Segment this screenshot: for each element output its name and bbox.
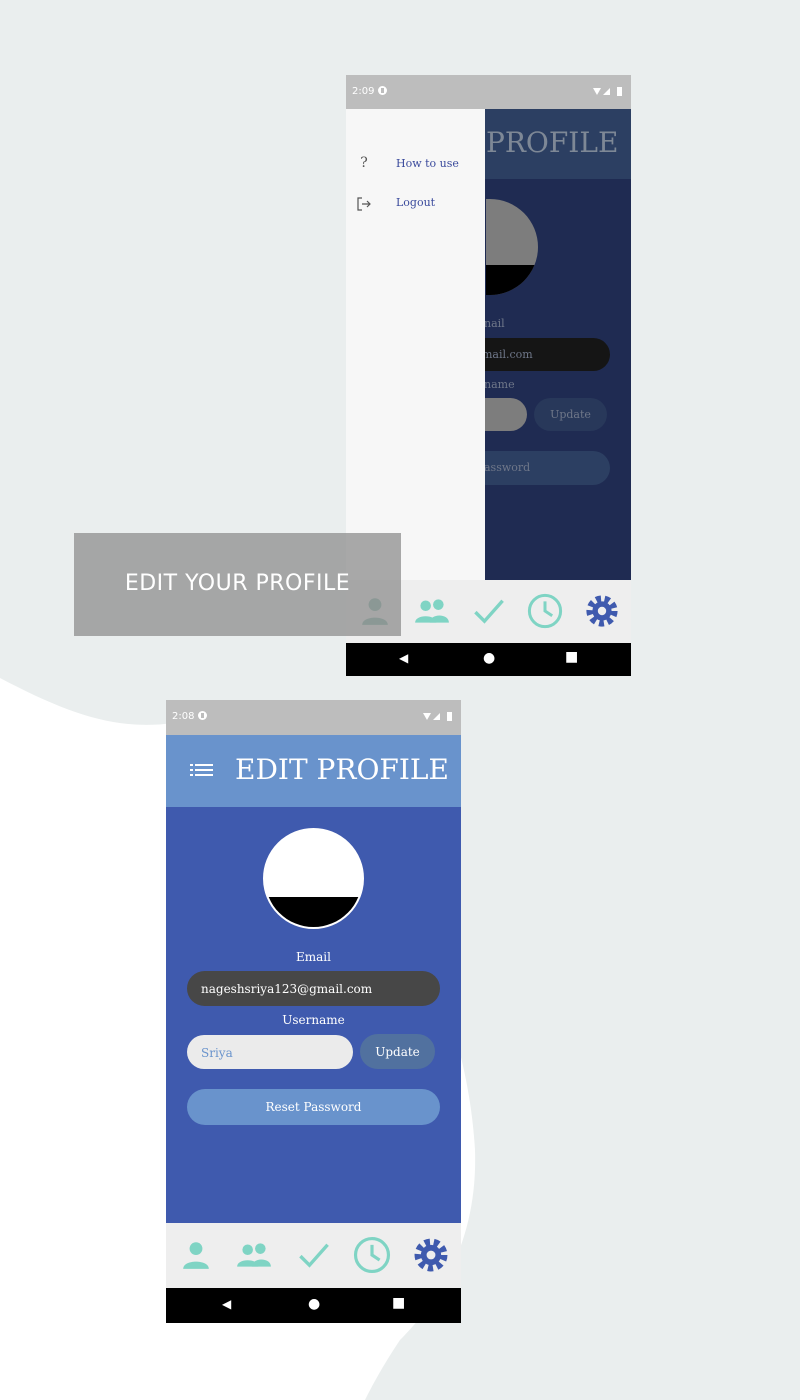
system-navigation: ◀ ● ■: [346, 643, 631, 676]
email-label: nail: [484, 317, 505, 330]
username-field[interactable]: Sriya: [187, 1035, 353, 1069]
gear-icon[interactable]: [584, 593, 620, 629]
email-field[interactable]: mail.com: [476, 338, 610, 371]
email-label: Email: [296, 950, 331, 964]
home-icon[interactable]: ●: [308, 1296, 320, 1312]
status-time: 2:09: [352, 86, 375, 97]
notification-icon: [198, 711, 207, 720]
list-menu-icon[interactable]: [190, 763, 214, 779]
question-icon: ?: [360, 155, 368, 171]
update-button[interactable]: Update: [360, 1034, 435, 1069]
drawer-item-how-to-use[interactable]: ? How to use: [346, 149, 485, 179]
check-icon[interactable]: [472, 594, 506, 628]
avatar: [263, 828, 364, 929]
status-time: 2:08: [172, 711, 195, 722]
phone-screen-edit-profile: 2:08 EDIT PROFILE Email nageshsriya123@g…: [166, 700, 461, 1323]
notification-icon: [378, 86, 387, 95]
clock-icon[interactable]: [527, 593, 563, 629]
recents-icon[interactable]: ■: [565, 649, 578, 665]
clock-icon[interactable]: [353, 1236, 391, 1274]
page-title: PROFILE: [486, 126, 619, 159]
update-button[interactable]: Update: [534, 398, 607, 431]
navigation-drawer: ? How to use Logout: [346, 109, 485, 580]
status-bar: 2:09: [346, 75, 631, 109]
signal-battery-icons: [593, 87, 622, 96]
caption-banner: EDIT YOUR PROFILE: [74, 533, 401, 636]
home-icon[interactable]: ●: [483, 650, 495, 666]
back-icon[interactable]: ◀: [222, 1297, 231, 1311]
caption-text: EDIT YOUR PROFILE: [124, 571, 351, 596]
check-icon[interactable]: [297, 1238, 331, 1272]
drawer-item-label: How to use: [396, 157, 459, 170]
reset-password-button[interactable]: assword: [476, 451, 610, 485]
back-icon[interactable]: ◀: [399, 651, 408, 665]
status-bar: 2:08: [166, 700, 461, 735]
bottom-navigation: [166, 1223, 461, 1288]
logout-icon: [357, 197, 371, 211]
person-icon[interactable]: [180, 1239, 212, 1271]
app-bar: EDIT PROFILE: [166, 735, 461, 807]
page-title: EDIT PROFILE: [235, 753, 449, 786]
system-navigation: ◀ ● ■: [166, 1288, 461, 1323]
signal-battery-icons: [423, 712, 452, 721]
drawer-item-label: Logout: [396, 196, 436, 209]
gear-icon[interactable]: [412, 1236, 450, 1274]
username-label: Username: [282, 1013, 345, 1027]
group-icon[interactable]: [235, 1239, 273, 1271]
reset-password-button[interactable]: Reset Password: [187, 1089, 440, 1125]
recents-icon[interactable]: ■: [392, 1295, 405, 1311]
email-field[interactable]: nageshsriya123@gmail.com: [187, 971, 440, 1006]
username-label: name: [484, 378, 515, 391]
drawer-item-logout[interactable]: Logout: [346, 188, 485, 218]
group-icon[interactable]: [413, 595, 451, 627]
